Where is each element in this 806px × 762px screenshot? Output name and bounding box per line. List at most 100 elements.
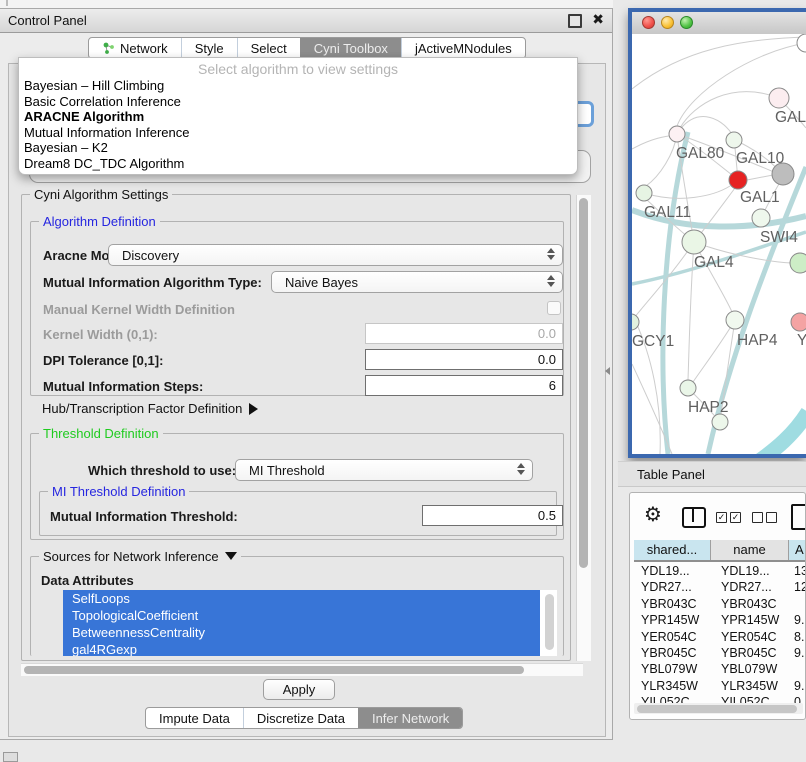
sources-group-label: Sources for Network Inference bbox=[43, 549, 219, 564]
column-header-name[interactable]: name bbox=[711, 540, 789, 560]
combo-arrows-icon bbox=[547, 275, 555, 287]
column-header-partial[interactable]: A bbox=[789, 540, 806, 560]
popup-item-mutual-information[interactable]: Mutual Information Inference bbox=[19, 125, 577, 141]
table-row[interactable]: YBL079WYBL079W bbox=[634, 661, 806, 677]
table-row[interactable]: YPR145WYPR145W9. bbox=[634, 612, 806, 628]
table-row[interactable]: YDR27...YDR27...12 bbox=[634, 579, 806, 595]
table-row[interactable]: YLR345WYLR345W9. bbox=[634, 678, 806, 694]
popup-item-bayesian-k2[interactable]: Bayesian – K2 bbox=[19, 140, 577, 156]
network-view-window[interactable]: GAL7 GAL80 GAL10 GAL1 GAL11 SWI4 GAL4 GC… bbox=[628, 8, 806, 458]
tab-jactivemnodules[interactable]: jActiveMNodules bbox=[401, 38, 525, 58]
minimize-traffic-light-icon[interactable] bbox=[661, 16, 674, 29]
table-row[interactable]: YBR045CYBR045C9. bbox=[634, 645, 806, 661]
kernel-width-field[interactable]: 0.0 bbox=[365, 323, 563, 344]
tab-cyni-toolbox[interactable]: Cyni Toolbox bbox=[300, 38, 401, 58]
which-threshold-select[interactable]: MI Threshold bbox=[235, 459, 533, 481]
node-gal10[interactable] bbox=[726, 132, 742, 148]
control-panel-tabbar: Network Style Select Cyni Toolbox jActiv… bbox=[88, 37, 526, 59]
data-attributes-list[interactable]: SelfLoops TopologicalCoefficient Between… bbox=[63, 590, 557, 656]
node-salmon[interactable] bbox=[791, 313, 806, 331]
apply-button[interactable]: Apply bbox=[263, 679, 335, 700]
node-label: HAP2 bbox=[688, 399, 729, 416]
deselect-all-checkboxes-icon[interactable] bbox=[752, 512, 777, 523]
table-row[interactable]: YBR043CYBR043C bbox=[634, 596, 806, 612]
node-hap4[interactable] bbox=[726, 311, 744, 329]
mi-type-select[interactable]: Naive Bayes bbox=[271, 271, 563, 293]
checked-box-icon: ✓ bbox=[730, 512, 741, 523]
cyni-algorithm-settings-group: Cyni Algorithm Settings Algorithm Defini… bbox=[21, 194, 571, 661]
list-item[interactable]: gal4RGexp bbox=[63, 641, 540, 656]
node-green-right[interactable] bbox=[790, 253, 806, 273]
tab-jactivemnodules-label: jActiveMNodules bbox=[415, 41, 512, 56]
list-item[interactable]: BetweennessCentrality bbox=[63, 624, 540, 641]
algorithm-definition-group: Algorithm Definition Aracne Mode: Discov… bbox=[30, 221, 564, 396]
tab-infer-network[interactable]: Infer Network bbox=[358, 708, 462, 728]
unchecked-box-icon bbox=[766, 512, 777, 523]
network-canvas[interactable]: GAL7 GAL80 GAL10 GAL1 GAL11 SWI4 GAL4 GC… bbox=[632, 34, 806, 454]
node[interactable] bbox=[797, 34, 806, 52]
corner-button[interactable] bbox=[3, 752, 18, 762]
tab-select-label: Select bbox=[251, 41, 287, 56]
list-item[interactable]: TopologicalCoefficient bbox=[63, 607, 540, 624]
collapsed-arrow-icon bbox=[249, 403, 258, 415]
list-scrollbar[interactable] bbox=[545, 594, 554, 650]
node-gal80[interactable] bbox=[669, 126, 685, 142]
mi-steps-field[interactable]: 6 bbox=[365, 375, 563, 396]
table-hscrollbar-thumb[interactable] bbox=[637, 705, 797, 713]
manual-kernel-checkbox[interactable] bbox=[547, 301, 561, 315]
settings-vscrollbar[interactable] bbox=[576, 195, 591, 661]
select-all-checkboxes-icon[interactable]: ✓ ✓ bbox=[716, 512, 741, 523]
close-icon[interactable]: ✖ bbox=[592, 11, 604, 28]
zoom-traffic-light-icon[interactable] bbox=[680, 16, 693, 29]
tab-network[interactable]: Network bbox=[89, 38, 181, 58]
tab-style[interactable]: Style bbox=[181, 38, 237, 58]
float-window-icon[interactable] bbox=[568, 14, 582, 28]
gear-icon[interactable]: ⚙ bbox=[644, 502, 662, 527]
popup-item-aracne[interactable]: ARACNE Algorithm bbox=[19, 109, 577, 125]
tab-style-label: Style bbox=[195, 41, 224, 56]
new-table-icon[interactable] bbox=[791, 504, 806, 530]
popup-item-dream8[interactable]: Dream8 DC_TDC Algorithm bbox=[19, 156, 577, 172]
sources-group-title[interactable]: Sources for Network Inference bbox=[39, 549, 241, 564]
top-tick bbox=[6, 0, 8, 6]
tab-impute-data-label: Impute Data bbox=[159, 711, 230, 726]
list-item[interactable]: SelfLoops bbox=[63, 590, 540, 607]
mi-steps-label: Mutual Information Steps: bbox=[43, 379, 203, 394]
settings-hscrollbar[interactable] bbox=[21, 663, 583, 676]
aracne-mode-select[interactable]: Discovery bbox=[108, 244, 563, 266]
node-gal1[interactable] bbox=[729, 171, 747, 189]
node-gal7[interactable] bbox=[769, 88, 789, 108]
settings-hscrollbar-thumb[interactable] bbox=[24, 666, 524, 674]
hub-tf-definition-toggle[interactable]: Hub/Transcription Factor Definition bbox=[42, 401, 258, 416]
tab-select[interactable]: Select bbox=[237, 38, 300, 58]
splitpane-collapse-icon[interactable] bbox=[605, 367, 610, 375]
node-gal4[interactable] bbox=[682, 230, 706, 254]
close-traffic-light-icon[interactable] bbox=[642, 16, 655, 29]
column-header-shared-name[interactable]: shared... bbox=[634, 540, 711, 560]
column-layout-icon[interactable] bbox=[682, 507, 706, 528]
node-label: GAL7 bbox=[775, 109, 806, 126]
cyni-algorithm-settings-title: Cyni Algorithm Settings bbox=[30, 187, 172, 202]
algorithm-definition-title: Algorithm Definition bbox=[39, 214, 160, 229]
tab-cyni-toolbox-label: Cyni Toolbox bbox=[314, 41, 388, 56]
mi-threshold-field[interactable]: 0.5 bbox=[422, 505, 563, 526]
tab-discretize-data-label: Discretize Data bbox=[257, 711, 345, 726]
node-bottom[interactable] bbox=[712, 414, 728, 430]
node-gal11[interactable] bbox=[636, 185, 652, 201]
tab-discretize-data[interactable]: Discretize Data bbox=[243, 708, 358, 728]
table-hscrollbar[interactable] bbox=[634, 703, 803, 714]
mi-threshold-group: MI Threshold Definition Mutual Informati… bbox=[39, 491, 557, 536]
unchecked-box-icon bbox=[752, 512, 763, 523]
table-panel-title: Table Panel bbox=[637, 467, 705, 482]
dpi-tolerance-field[interactable]: 0.0 bbox=[365, 349, 563, 370]
settings-vscrollbar-thumb[interactable] bbox=[579, 198, 588, 568]
popup-item-bayesian-hill-climbing[interactable]: Bayesian – Hill Climbing bbox=[19, 78, 577, 94]
node-hap2[interactable] bbox=[680, 380, 696, 396]
tab-impute-data[interactable]: Impute Data bbox=[146, 708, 243, 728]
data-attributes-label: Data Attributes bbox=[41, 573, 134, 588]
popup-item-basic-correlation[interactable]: Basic Correlation Inference bbox=[19, 94, 577, 110]
table-row[interactable]: YDL19...YDL19...13 bbox=[634, 563, 806, 579]
table-row[interactable]: YER054CYER054C8. bbox=[634, 629, 806, 645]
node-swi4[interactable] bbox=[752, 209, 770, 227]
network-window-titlebar[interactable] bbox=[632, 12, 806, 35]
